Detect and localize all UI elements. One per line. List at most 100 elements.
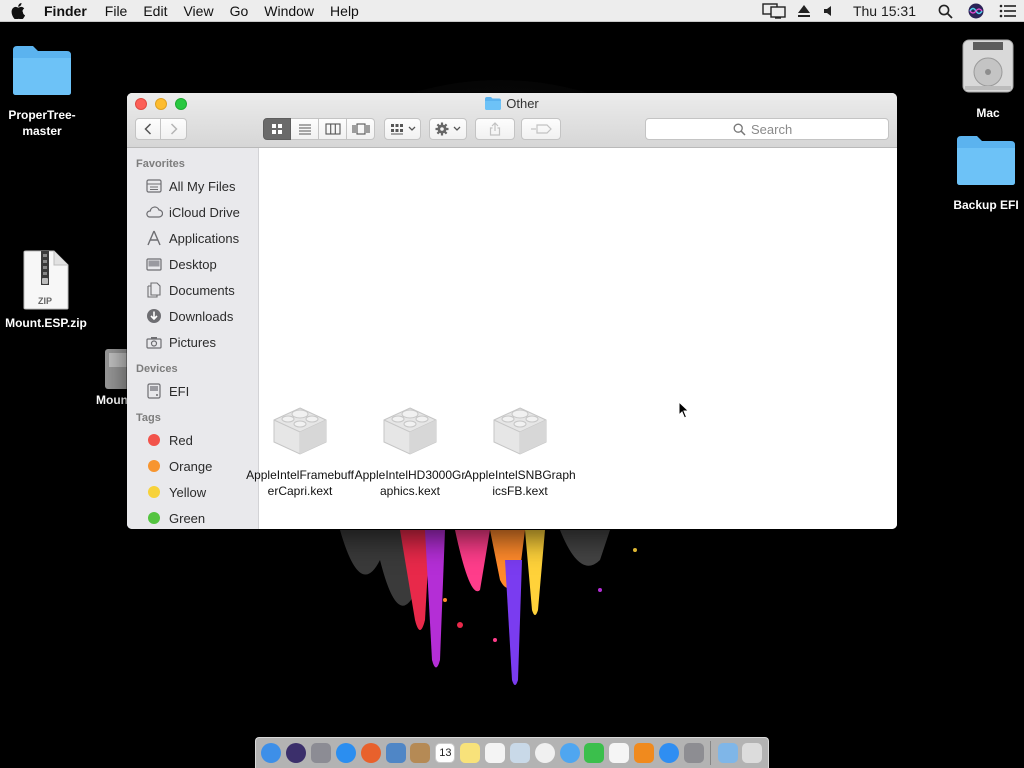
list-icon	[298, 124, 311, 135]
menu-help[interactable]: Help	[322, 0, 367, 22]
desktop-icon-mount-zip[interactable]: ZIP Mount.ESP.zip	[0, 250, 92, 331]
folder-icon	[957, 136, 1015, 185]
cover-flow-button[interactable]	[347, 118, 375, 140]
dock-downloads-stack[interactable]	[715, 741, 740, 766]
dock-app-store[interactable]	[657, 741, 682, 766]
dock-photo-booth[interactable]	[507, 741, 532, 766]
dock-siri[interactable]	[284, 741, 309, 766]
kext-lego-icon	[383, 407, 437, 455]
dock-calendar[interactable]: 13	[433, 741, 458, 766]
file-item[interactable]: AppleIntelHD3000Graphics.kext	[354, 396, 466, 499]
view-mode-buttons	[263, 118, 375, 140]
menu-finder[interactable]: Finder	[36, 0, 97, 22]
desktop-icon	[145, 255, 163, 273]
sidebar-item-tag-yellow[interactable]: Yellow	[127, 479, 258, 505]
arrange-group	[384, 118, 421, 140]
photos-icon	[534, 743, 555, 763]
sidebar-item-label: iCloud Drive	[169, 204, 240, 220]
sidebar-item-all-my-files[interactable]: All My Files	[127, 173, 258, 199]
downloads-stack-icon	[717, 743, 738, 763]
disk-icon	[145, 382, 163, 400]
hard-drive-icon	[962, 39, 1014, 93]
reminders-icon	[485, 743, 506, 763]
sidebar-item-efi[interactable]: EFI	[127, 378, 258, 404]
column-view-button[interactable]	[319, 118, 347, 140]
sidebar-item-label: Green	[169, 510, 206, 526]
file-browser-content[interactable]: AppleIntelFramebufferCapri.kext AppleInt…	[246, 148, 897, 529]
downloads-icon	[145, 307, 163, 325]
sidebar-item-desktop[interactable]: Desktop	[127, 251, 258, 277]
arrange-grid-icon	[390, 124, 403, 135]
dock-ibooks[interactable]	[632, 741, 657, 766]
applications-icon	[145, 229, 163, 247]
menu-file[interactable]: File	[97, 0, 136, 22]
kext-lego-icon	[493, 407, 547, 455]
sidebar-item-label: Yellow	[169, 484, 207, 500]
dock-safari[interactable]	[334, 741, 359, 766]
dock-notes[interactable]	[458, 741, 483, 766]
sidebar-item-tag-red[interactable]: Red	[127, 427, 258, 453]
sidebar-item-applications[interactable]: Applications	[127, 225, 258, 251]
spotlight-search-icon[interactable]	[930, 0, 960, 22]
dock-system-preferences[interactable]	[681, 741, 706, 766]
safari-icon	[335, 743, 356, 763]
forward-button[interactable]	[161, 118, 187, 140]
dock-itunes[interactable]	[607, 741, 632, 766]
chevron-down-icon	[453, 126, 461, 131]
chevron-left-icon	[144, 123, 152, 135]
dock-firefox[interactable]	[358, 741, 383, 766]
dock-preview[interactable]	[383, 741, 408, 766]
menu-edit[interactable]: Edit	[135, 0, 175, 22]
dock-finder[interactable]	[259, 741, 284, 766]
green-tag-dot-icon	[148, 512, 160, 524]
sidebar-item-downloads[interactable]: Downloads	[127, 303, 258, 329]
desktop-icon-propertree[interactable]: ProperTree- master	[2, 44, 82, 139]
dock-messages[interactable]	[557, 741, 582, 766]
sidebar-item-pictures[interactable]: Pictures	[127, 329, 258, 355]
messages-icon	[559, 743, 580, 763]
preview-icon	[385, 743, 406, 763]
dock-separator	[710, 741, 712, 765]
search-field[interactable]	[645, 118, 889, 140]
file-item[interactable]: AppleIntelFramebufferCapri.kext	[244, 396, 356, 499]
menubar-clock[interactable]: Thu 15:31	[843, 0, 930, 22]
sidebar-item-tag-green[interactable]: Green	[127, 505, 258, 529]
edit-tags-button[interactable]	[521, 118, 561, 140]
menu-go[interactable]: Go	[222, 0, 257, 22]
dock-trash[interactable]	[740, 741, 765, 766]
sidebar-item-icloud-drive[interactable]: iCloud Drive	[127, 199, 258, 225]
facetime-icon	[584, 743, 605, 763]
dock-facetime[interactable]	[582, 741, 607, 766]
sidebar-item-documents[interactable]: Documents	[127, 277, 258, 303]
desktop-icon-backup-efi[interactable]: Backup EFI	[948, 134, 1024, 213]
window-toolbar[interactable]: Other	[127, 93, 897, 148]
app-store-icon	[658, 743, 679, 763]
arrange-button[interactable]	[384, 118, 421, 140]
sidebar-item-label: Pictures	[169, 334, 216, 350]
volume-icon[interactable]	[817, 0, 843, 22]
siri-icon[interactable]	[960, 0, 992, 22]
dock-contacts[interactable]	[408, 741, 433, 766]
back-button[interactable]	[135, 118, 161, 140]
list-view-button[interactable]	[291, 118, 319, 140]
notification-center-icon[interactable]	[992, 0, 1024, 22]
window-title-text: Other	[506, 96, 539, 111]
display-mirroring-icon[interactable]	[757, 0, 791, 22]
eject-icon[interactable]	[791, 0, 817, 22]
share-icon	[489, 122, 501, 136]
icon-view-button[interactable]	[263, 118, 291, 140]
dock-reminders[interactable]	[483, 741, 508, 766]
search-input[interactable]	[751, 121, 801, 137]
folder-icon	[13, 46, 71, 95]
share-button[interactable]	[475, 118, 515, 140]
dock-photos[interactable]	[532, 741, 557, 766]
file-item[interactable]: AppleIntelSNBGraphicsFB.kext	[464, 396, 576, 499]
menu-view[interactable]: View	[175, 0, 221, 22]
desktop-icon-label: Mac	[976, 106, 1000, 120]
action-button[interactable]	[429, 118, 467, 140]
sidebar-item-tag-orange[interactable]: Orange	[127, 453, 258, 479]
menu-window[interactable]: Window	[256, 0, 322, 22]
apple-menu-icon[interactable]	[0, 2, 36, 19]
desktop-icon-mac[interactable]: Mac	[950, 36, 1024, 121]
dock-launchpad[interactable]	[309, 741, 334, 766]
